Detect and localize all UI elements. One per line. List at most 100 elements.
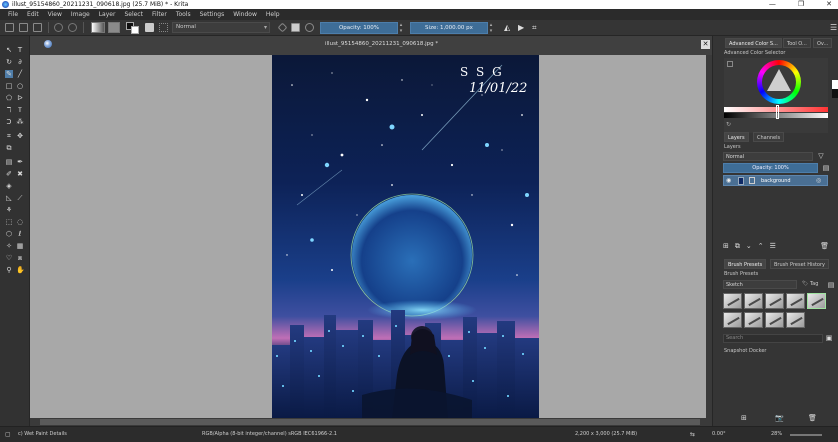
opacity-slider[interactable]: Opacity: 100% — [320, 21, 398, 34]
add-snapshot-icon[interactable]: ⊞ — [741, 414, 747, 422]
fill-tool-icon[interactable]: ◈ — [5, 182, 13, 190]
save-preset-icon[interactable]: ▣ — [825, 334, 833, 342]
save-icon[interactable] — [33, 23, 42, 32]
polyline-tool-icon[interactable]: ᐅ — [16, 94, 24, 102]
pattern-swatch[interactable] — [108, 22, 120, 33]
tab-brush-presets[interactable]: Brush Presets — [724, 259, 767, 269]
close-button[interactable]: ✕ — [826, 0, 832, 8]
polygonal-selection-tool-icon[interactable]: ⬡ — [5, 230, 13, 238]
delete-snapshot-icon[interactable]: 🗑 — [808, 414, 817, 422]
brush-preset-tile[interactable] — [744, 293, 763, 309]
color-swatch-black[interactable] — [832, 89, 838, 98]
multibrush-tool-icon[interactable]: ⁂ — [16, 118, 24, 126]
zoom-tool-icon[interactable]: ⚲ — [5, 266, 13, 274]
contiguous-selection-tool-icon[interactable]: ✧ — [5, 242, 13, 250]
tab-layers[interactable]: Layers — [724, 132, 749, 142]
filter-icon[interactable]: ▽ — [817, 152, 825, 160]
freehand-brush-tool-icon[interactable]: ✎ — [5, 70, 13, 78]
layer-opacity-slider[interactable]: Opacity: 100% — [723, 163, 818, 173]
pan-tool-icon[interactable]: ✋ — [16, 266, 25, 274]
move-layer-up-icon[interactable]: ⌃ — [758, 242, 764, 252]
opacity-spin[interactable]: ▴ ▾ — [398, 22, 404, 34]
color-space-info[interactable]: RGB/Alpha (8-bit integer/channel) sRGB I… — [202, 431, 337, 437]
brush-preset-tile[interactable] — [723, 312, 742, 328]
layer-blend-select[interactable]: Normal — [723, 152, 813, 161]
assistant-tool-icon[interactable]: ◺ — [5, 194, 13, 202]
layer-options-icon[interactable]: ▤ — [822, 164, 830, 172]
toolbar-menu-icon[interactable]: ☰ — [830, 23, 838, 32]
document-tab[interactable]: illust_95154860_20211231_090618.jpg * — [325, 41, 438, 47]
gradient-swatch[interactable] — [91, 22, 105, 33]
crop-tool-icon[interactable]: ⌗ — [5, 132, 13, 140]
zoom-slider[interactable] — [790, 434, 822, 436]
brush-settings-icon[interactable] — [159, 23, 168, 32]
calligraphy-tool-icon[interactable]: ∂ — [16, 58, 24, 66]
edit-shapes-tool-icon[interactable]: ↻ — [5, 58, 13, 66]
new-document-icon[interactable] — [5, 23, 14, 32]
select-shapes-tool-icon[interactable]: ↖ — [5, 46, 13, 54]
brush-preset-tile[interactable] — [786, 312, 805, 328]
open-document-icon[interactable] — [19, 23, 28, 32]
redo-icon[interactable] — [68, 23, 77, 32]
wrap-around-icon[interactable]: ⌗ — [532, 23, 541, 32]
canvas-area[interactable]: illust_95154860_20211231_090618.jpg * ✕ — [30, 36, 712, 426]
presets-view-icon[interactable]: ▤ — [827, 281, 835, 289]
menu-edit[interactable]: Edit — [27, 11, 39, 18]
bezier-selection-tool-icon[interactable]: ♡ — [5, 254, 13, 262]
bezier-tool-icon[interactable]: ℸ — [5, 106, 13, 114]
measure-tool-icon[interactable]: ⟋ — [16, 194, 24, 202]
color-slider-handle[interactable] — [776, 105, 779, 119]
brush-preset-tile[interactable] — [723, 293, 742, 309]
line-tool-icon[interactable]: ╱ — [16, 70, 24, 78]
minimize-button[interactable]: — — [769, 0, 776, 8]
polygon-tool-icon[interactable]: ⬠ — [5, 94, 13, 102]
tab-advanced-color-selector[interactable]: Advanced Color S... — [725, 38, 782, 48]
eraser-mode-icon[interactable] — [277, 22, 288, 33]
rotate-icon[interactable]: ⇆ — [690, 431, 695, 438]
color-triangle[interactable] — [767, 69, 791, 91]
zoom-value[interactable]: 28% — [771, 431, 782, 437]
freehand-path-tool-icon[interactable]: ⴶ — [16, 106, 24, 114]
layer-properties-icon[interactable]: ☰ — [770, 242, 776, 252]
brush-preset-tile-selected[interactable] — [807, 293, 826, 309]
alpha-lock-icon[interactable]: ◎ — [816, 177, 821, 184]
tab-overview[interactable]: Ov... — [813, 38, 833, 48]
color-swatch-white[interactable] — [832, 80, 838, 89]
tab-tool-options[interactable]: Tool O... — [783, 38, 811, 48]
preserve-alpha-icon[interactable] — [291, 23, 300, 32]
menu-layer[interactable]: Layer — [99, 11, 116, 18]
transform-tool-icon[interactable]: ⧉ — [5, 144, 13, 152]
brush-preset-tile[interactable] — [765, 312, 784, 328]
brush-preview-icon[interactable]: ▢ — [5, 431, 11, 438]
tab-channels[interactable]: Channels — [753, 132, 785, 142]
move-tool-icon[interactable]: ✥ — [16, 132, 24, 140]
horizontal-scrollbar[interactable] — [30, 418, 712, 426]
foreground-background-color[interactable] — [126, 21, 140, 34]
gradient-tool-icon[interactable]: ▤ — [5, 158, 13, 166]
brush-preset-tile[interactable] — [786, 293, 805, 309]
refresh-icon[interactable]: ↻ — [726, 121, 731, 128]
close-document-icon[interactable]: ✕ — [701, 40, 710, 49]
freehand-selection-tool-icon[interactable]: ℓ — [16, 230, 24, 238]
brush-preset-icon[interactable] — [145, 23, 154, 32]
layer-row[interactable]: ◉ background ◎ — [723, 175, 828, 186]
smart-patch-tool-icon[interactable]: ✖ — [16, 170, 24, 178]
mirror-horizontal-icon[interactable]: ◭ — [504, 23, 513, 32]
duplicate-layer-icon[interactable]: ⧉ — [735, 242, 740, 252]
menu-file[interactable]: File — [8, 11, 18, 18]
dynamic-brush-tool-icon[interactable]: Ↄ — [5, 118, 13, 126]
blend-mode-select[interactable]: Normal — [172, 22, 270, 33]
undo-icon[interactable] — [54, 23, 63, 32]
menu-settings[interactable]: Settings — [200, 11, 225, 18]
scrollbar-thumb[interactable] — [40, 419, 700, 425]
menu-select[interactable]: Select — [124, 11, 143, 18]
hue-ring[interactable] — [757, 60, 801, 104]
mirror-vertical-icon[interactable]: ▶ — [518, 23, 527, 32]
menu-help[interactable]: Help — [266, 11, 280, 18]
brush-tag-select[interactable]: Sketch — [723, 280, 797, 289]
menu-image[interactable]: Image — [71, 11, 90, 18]
brush-preset-tile[interactable] — [744, 312, 763, 328]
move-layer-down-icon[interactable]: ⌄ — [746, 242, 752, 252]
menu-filter[interactable]: Filter — [152, 11, 167, 18]
reference-images-tool-icon[interactable]: ⚘ — [5, 206, 13, 214]
